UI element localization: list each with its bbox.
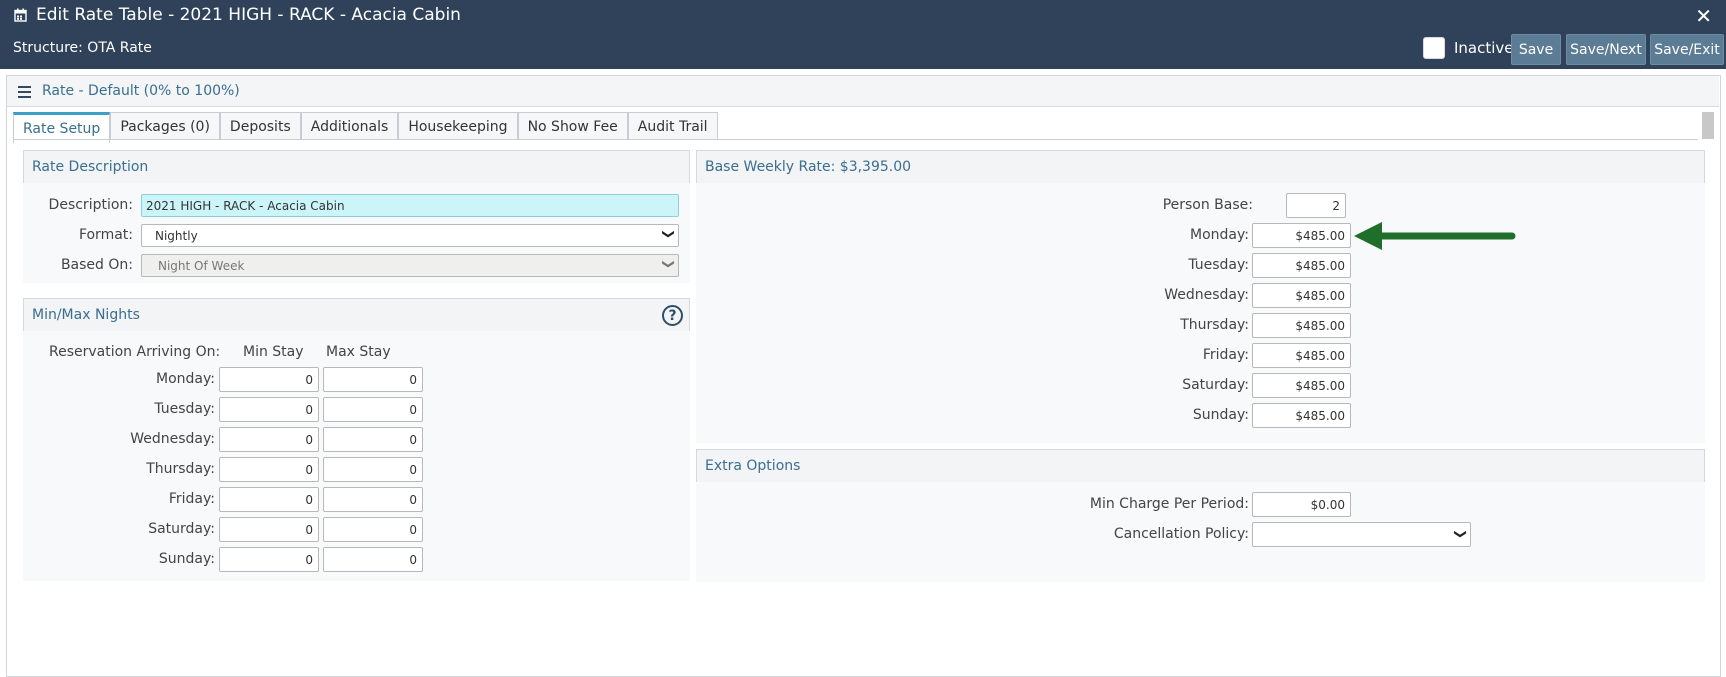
min-stay-input[interactable]: 0 (219, 547, 319, 572)
max-stay-input[interactable]: 0 (323, 397, 423, 422)
min-stay-header: Min Stay (243, 344, 304, 360)
cancellation-policy-label: Cancellation Policy: (1113, 526, 1249, 542)
base-weekly-heading: Base Weekly Rate: $3,395.00 (705, 159, 912, 175)
tab-packages[interactable]: Packages (0) (110, 112, 220, 140)
format-value: Nightly (155, 228, 198, 243)
max-stay-input[interactable]: 0 (323, 517, 423, 542)
rate-description-header: Rate Description (23, 150, 690, 184)
max-stay-input[interactable]: 0 (323, 427, 423, 452)
rate-bar-label: Rate - Default (0% to 100%) (42, 83, 240, 99)
min-max-heading: Min/Max Nights (32, 307, 140, 323)
min-stay-input[interactable]: 0 (219, 427, 319, 452)
format-label: Format: (78, 227, 133, 243)
min-stay-input[interactable]: 0 (219, 457, 319, 482)
rate-day-label: Wednesday: (1164, 287, 1249, 303)
min-charge-input[interactable]: $0.00 (1252, 492, 1351, 517)
rate-input[interactable]: $485.00 (1252, 403, 1351, 428)
base-weekly-body (696, 183, 1705, 443)
max-stay-input[interactable]: 0 (323, 487, 423, 512)
rate-day-label: Saturday: (1182, 377, 1249, 393)
title-text: Edit Rate Table - 2021 HIGH - RACK - Aca… (36, 5, 461, 25)
min-max-day-label: Saturday: (148, 521, 215, 537)
min-max-day-label: Wednesday: (130, 431, 215, 447)
min-stay-input[interactable]: 0 (219, 487, 319, 512)
min-max-day-label: Friday: (168, 491, 215, 507)
help-icon[interactable]: ? (662, 305, 683, 326)
max-stay-input[interactable]: 0 (323, 457, 423, 482)
rate-input[interactable]: $485.00 (1252, 373, 1351, 398)
rate-input[interactable]: $485.00 (1252, 253, 1351, 278)
format-select[interactable]: Nightly ❯ (141, 224, 679, 247)
min-max-day-label: Sunday: (158, 551, 215, 567)
window-header: Edit Rate Table - 2021 HIGH - RACK - Aca… (0, 0, 1726, 69)
max-stay-header: Max Stay (326, 344, 391, 360)
calendar-icon (14, 8, 27, 22)
inactive-toggle[interactable]: Inactive (1423, 37, 1514, 59)
tab-audit-trail[interactable]: Audit Trail (627, 112, 718, 140)
rate-bar[interactable]: Rate - Default (0% to 100%) (7, 76, 1719, 107)
rate-description-heading: Rate Description (32, 159, 149, 175)
min-charge-label: Min Charge Per Period: (1089, 496, 1249, 512)
min-stay-input[interactable]: 0 (219, 367, 319, 392)
chevron-down-icon: ❯ (661, 258, 676, 270)
inactive-label: Inactive (1454, 39, 1514, 57)
rate-day-label: Tuesday: (1188, 257, 1249, 273)
rate-day-label: Monday: (1190, 227, 1249, 243)
save-exit-button[interactable]: Save/Exit (1650, 34, 1724, 65)
max-stay-input[interactable]: 0 (323, 547, 423, 572)
based-on-value: Night Of Week (158, 258, 245, 273)
tab-additionals[interactable]: Additionals (300, 112, 399, 140)
tab-deposits[interactable]: Deposits (219, 112, 301, 140)
arriving-label: Reservation Arriving On: (49, 344, 221, 360)
chevron-down-icon: ❯ (661, 228, 676, 240)
menu-icon[interactable] (18, 86, 31, 101)
rate-day-label: Thursday: (1180, 317, 1249, 333)
description-input[interactable]: 2021 HIGH - RACK - Acacia Cabin (141, 194, 679, 217)
min-max-day-label: Thursday: (146, 461, 215, 477)
tab-divider (13, 139, 1698, 140)
structure-label: Structure: OTA Rate (13, 40, 152, 56)
window-title: Edit Rate Table - 2021 HIGH - RACK - Aca… (14, 5, 461, 25)
cancellation-policy-select[interactable]: ❯ (1252, 522, 1471, 547)
extra-options-heading: Extra Options (705, 458, 801, 474)
rate-day-label: Sunday: (1192, 407, 1249, 423)
scrollbar-thumb[interactable] (1702, 112, 1714, 139)
close-icon[interactable]: ✕ (1695, 4, 1712, 28)
based-on-label: Based On: (60, 257, 133, 273)
tab-no-show-fee[interactable]: No Show Fee (517, 112, 628, 140)
rate-input[interactable]: $485.00 (1252, 343, 1351, 368)
rate-input[interactable]: $485.00 (1252, 283, 1351, 308)
min-max-header: Min/Max Nights (23, 298, 690, 332)
base-weekly-header: Base Weekly Rate: $3,395.00 (696, 150, 1705, 184)
rate-day-label: Friday: (1202, 347, 1249, 363)
person-base-label: Person Base: (1162, 197, 1253, 213)
min-stay-input[interactable]: 0 (219, 517, 319, 542)
rate-input[interactable]: $485.00 (1252, 313, 1351, 338)
min-stay-input[interactable]: 0 (219, 397, 319, 422)
min-max-day-label: Monday: (156, 371, 215, 387)
max-stay-input[interactable]: 0 (323, 367, 423, 392)
save-button[interactable]: Save (1511, 34, 1561, 65)
person-base-input[interactable]: 2 (1286, 193, 1346, 218)
tab-housekeeping[interactable]: Housekeeping (398, 112, 518, 140)
inactive-checkbox[interactable] (1423, 37, 1445, 59)
save-next-button[interactable]: Save/Next (1566, 34, 1646, 65)
extra-options-header: Extra Options (696, 449, 1705, 483)
rate-input[interactable]: $485.00 (1252, 223, 1351, 248)
arrow-icon (1354, 222, 1516, 250)
description-label: Description: (48, 197, 133, 213)
min-max-day-label: Tuesday: (154, 401, 215, 417)
based-on-select: Night Of Week ❯ (141, 254, 679, 277)
chevron-down-icon: ❯ (1453, 528, 1468, 540)
